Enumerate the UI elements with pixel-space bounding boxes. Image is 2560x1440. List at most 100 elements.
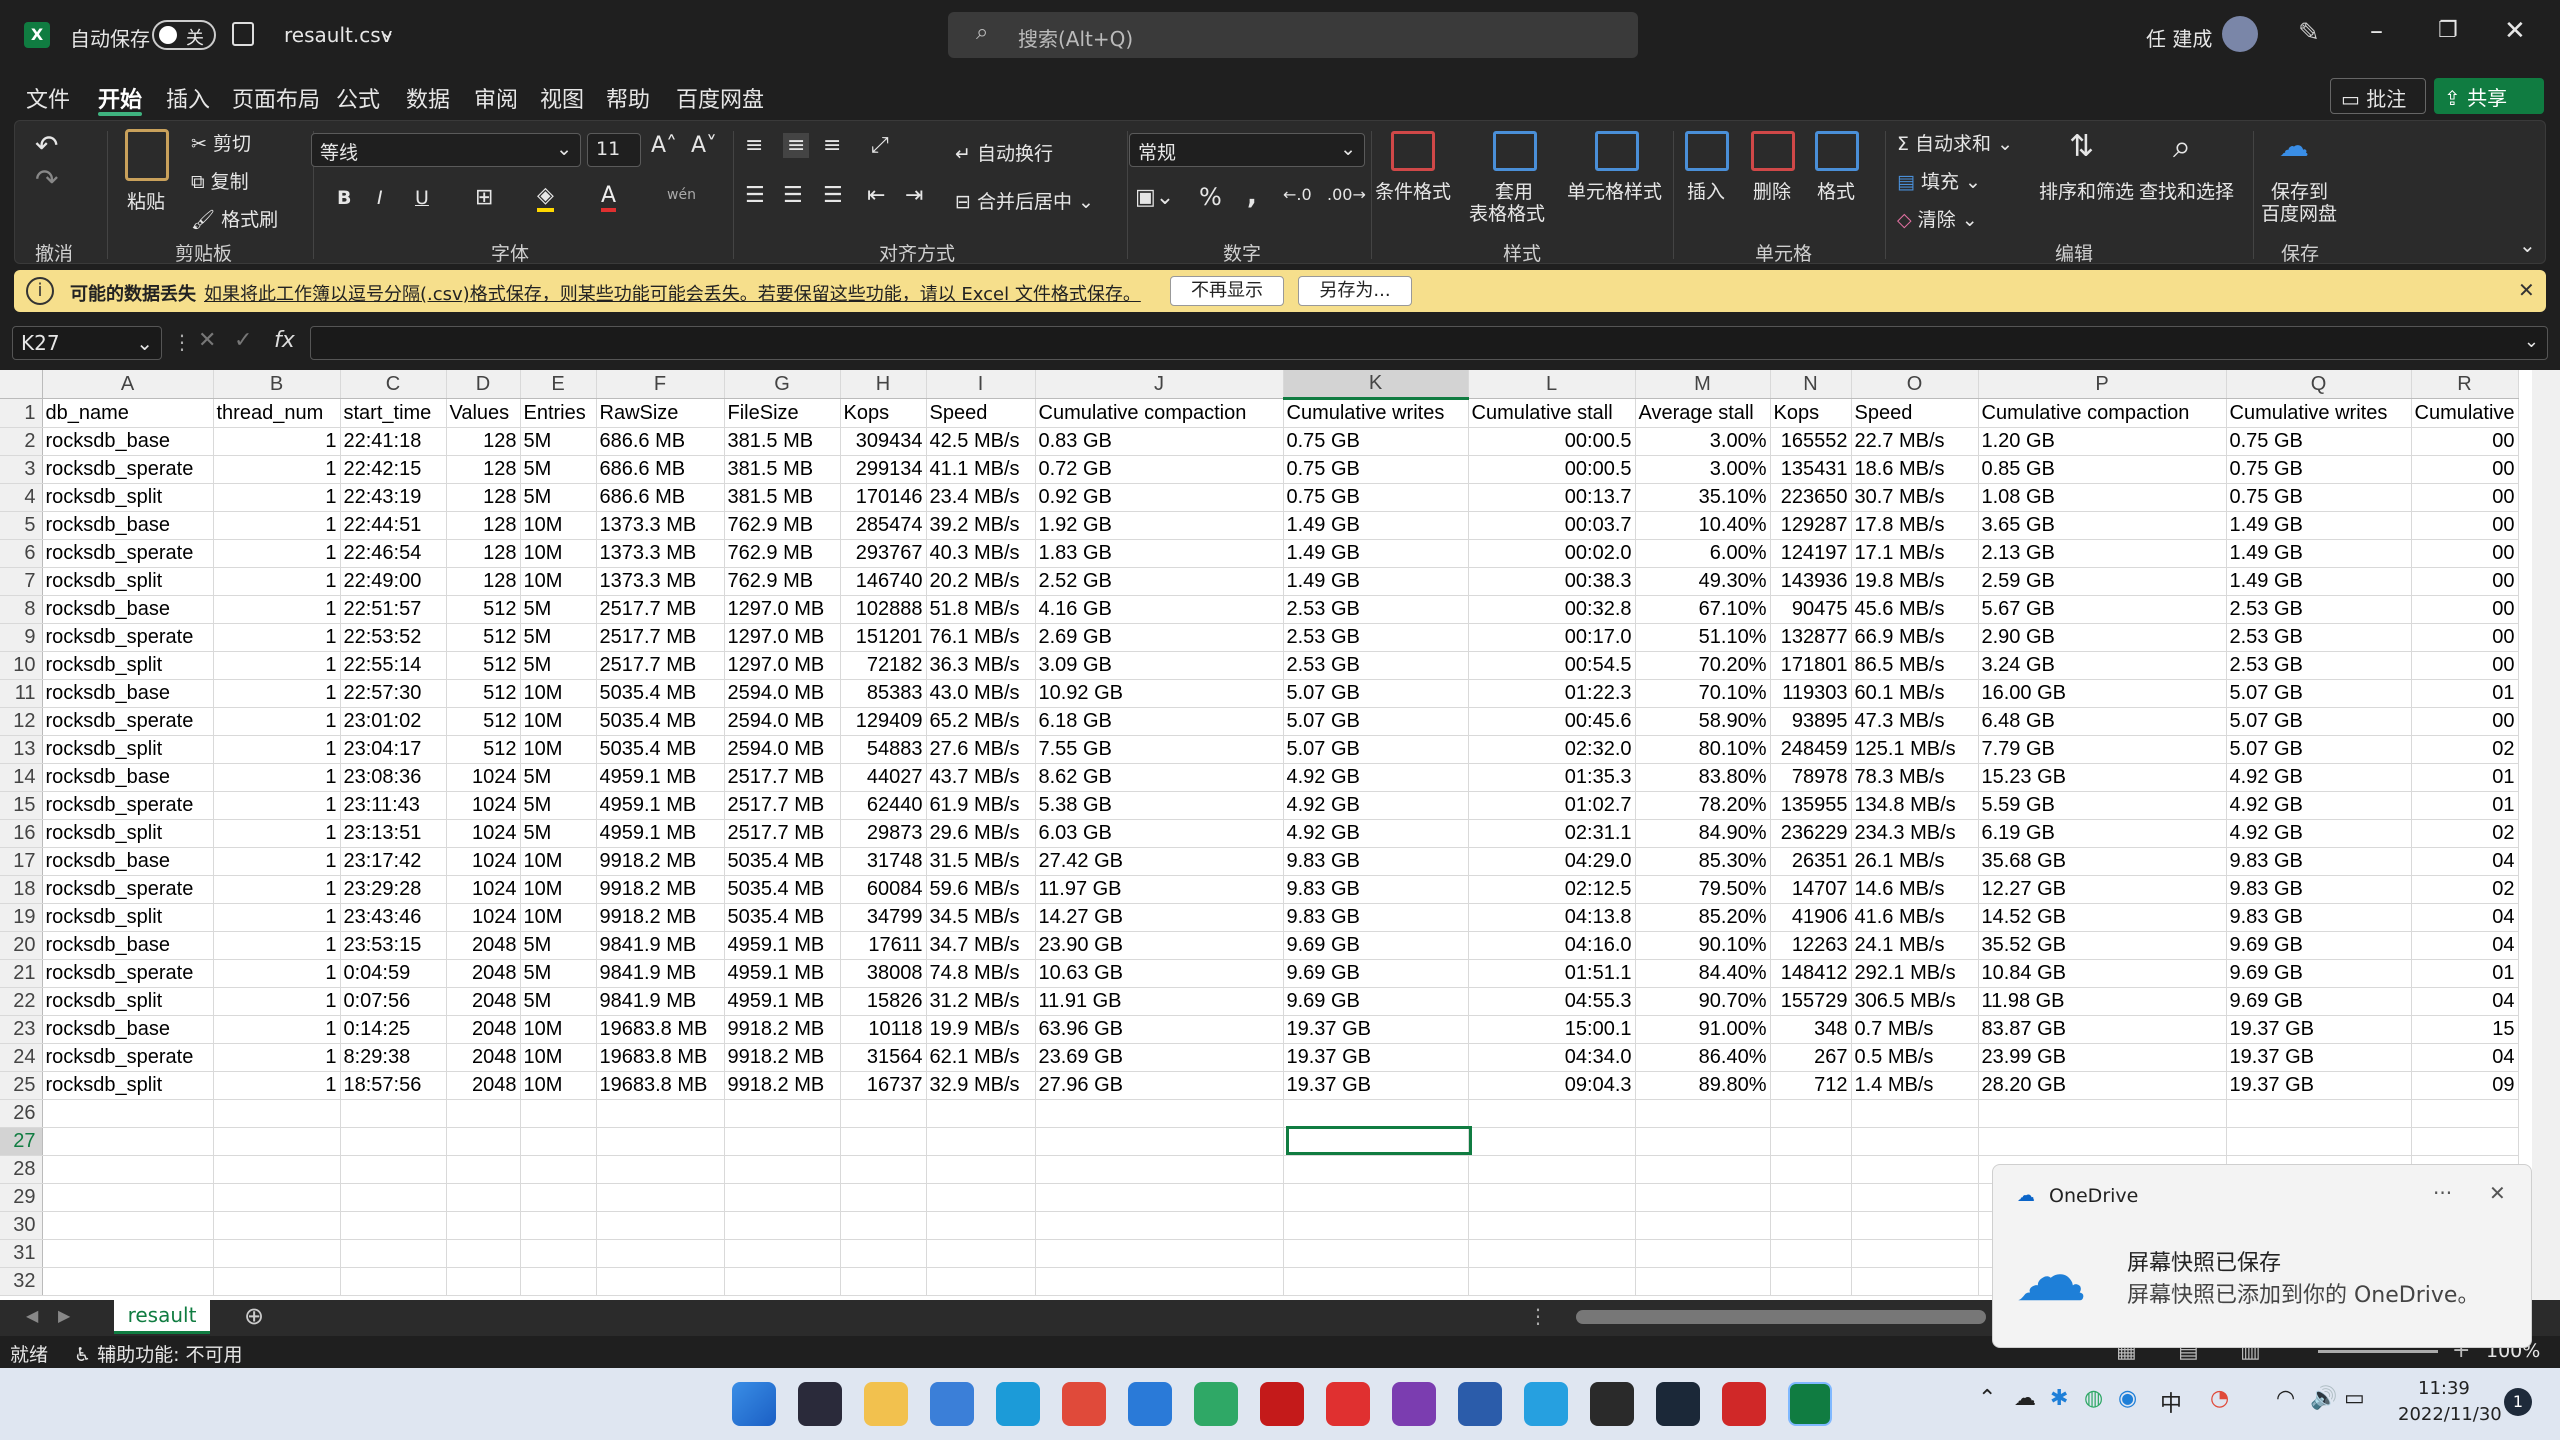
cell[interactable]: 14707 <box>1770 875 1852 904</box>
table-format-line2[interactable]: 表格格式 <box>1469 199 1545 226</box>
cell[interactable]: 1024 <box>446 819 521 848</box>
cell[interactable]: 27.96 GB <box>1035 1071 1284 1100</box>
row-header[interactable]: 29 <box>0 1183 43 1212</box>
shrink-font-icon[interactable]: A˅ <box>691 133 717 158</box>
cell[interactable]: 1 <box>213 875 341 904</box>
cell[interactable]: 4959.1 MB <box>724 931 841 960</box>
cell[interactable]: 170146 <box>840 483 927 512</box>
align-middle-icon[interactable]: ≡ <box>783 133 810 158</box>
cell[interactable]: 4959.1 MB <box>724 987 841 1016</box>
cell[interactable]: 19.9 MB/s <box>926 1015 1036 1044</box>
cell[interactable]: 00:02.0 <box>1468 539 1636 568</box>
cell[interactable]: 1024 <box>446 903 521 932</box>
close-icon[interactable]: ✕ <box>2504 16 2526 46</box>
cell[interactable]: 16.00 GB <box>1978 679 2227 708</box>
cell[interactable]: 23:43:46 <box>340 903 447 932</box>
cell[interactable]: 1 <box>213 707 341 736</box>
cell[interactable]: 5M <box>520 763 597 792</box>
cell[interactable]: 2.53 GB <box>1283 623 1469 652</box>
cell[interactable]: 1373.3 MB <box>596 511 725 540</box>
cell[interactable]: 512 <box>446 735 521 764</box>
cell[interactable] <box>596 1239 725 1268</box>
align-top-icon[interactable]: ≡ <box>745 133 763 158</box>
cell[interactable]: 2517.7 MB <box>596 623 725 652</box>
cell[interactable] <box>596 1127 725 1156</box>
cell[interactable] <box>926 1155 1036 1184</box>
autosave-toggle[interactable]: 关 <box>152 20 216 50</box>
cell[interactable]: 00 <box>2411 483 2519 512</box>
cell[interactable]: 0.92 GB <box>1035 483 1284 512</box>
cell[interactable]: 01 <box>2411 959 2519 988</box>
chevron-down-icon[interactable]: ⌄ <box>380 22 395 43</box>
cell[interactable]: 5M <box>520 427 597 456</box>
ime-tray-icon[interactable]: 中 <box>2160 1386 2182 1418</box>
cell[interactable] <box>1468 1267 1636 1296</box>
row-header[interactable]: 7 <box>0 567 43 596</box>
cell[interactable]: 11.97 GB <box>1035 875 1284 904</box>
cell[interactable]: 1 <box>213 1015 341 1044</box>
cell[interactable]: rocksdb_sperate <box>42 959 214 988</box>
cell[interactable]: 293767 <box>840 539 927 568</box>
cell[interactable]: 19.8 MB/s <box>1851 567 1979 596</box>
cell[interactable] <box>1770 1239 1852 1268</box>
word-icon[interactable] <box>1458 1382 1502 1426</box>
start-icon[interactable] <box>732 1382 776 1426</box>
selected-cell-k27[interactable] <box>1286 1126 1472 1155</box>
cell[interactable]: 11.98 GB <box>1978 987 2227 1016</box>
row-header[interactable]: 8 <box>0 595 43 624</box>
onedrive-toast[interactable]: ☁ OneDrive ··· ✕ ☁ 屏幕快照已保存 屏幕快照已添加到你的 On… <box>1992 1164 2532 1348</box>
cell[interactable]: 236229 <box>1770 819 1852 848</box>
tab-page-layout[interactable]: 页面布局 <box>232 82 320 114</box>
cell[interactable]: 43.0 MB/s <box>926 679 1036 708</box>
cell[interactable]: 28.20 GB <box>1978 1071 2227 1100</box>
cell[interactable]: 18:57:56 <box>340 1071 447 1100</box>
cell[interactable]: 5.67 GB <box>1978 595 2227 624</box>
cell[interactable]: 762.9 MB <box>724 511 841 540</box>
cell[interactable] <box>724 1239 841 1268</box>
cell[interactable] <box>2411 1127 2519 1156</box>
cell[interactable]: 00:00.5 <box>1468 455 1636 484</box>
cell[interactable]: 5035.4 MB <box>596 735 725 764</box>
cell[interactable]: 09 <box>2411 1071 2519 1100</box>
cell[interactable] <box>1770 1099 1852 1128</box>
align-bottom-icon[interactable]: ≡ <box>823 133 841 158</box>
cell[interactable]: 18.6 MB/s <box>1851 455 1979 484</box>
cell[interactable]: 10M <box>520 679 597 708</box>
cell[interactable]: 01 <box>2411 763 2519 792</box>
cell[interactable]: 15.23 GB <box>1978 763 2227 792</box>
cell[interactable]: 10M <box>520 707 597 736</box>
cell[interactable]: 45.6 MB/s <box>1851 595 1979 624</box>
cell[interactable]: 04:29.0 <box>1468 847 1636 876</box>
cell[interactable] <box>1035 1127 1284 1156</box>
cell[interactable]: 686.6 MB <box>596 455 725 484</box>
cell[interactable]: 512 <box>446 595 521 624</box>
cell[interactable]: 85383 <box>840 679 927 708</box>
onenote-icon[interactable] <box>1392 1382 1436 1426</box>
cell[interactable]: 5M <box>520 819 597 848</box>
cell[interactable]: 74.8 MB/s <box>926 959 1036 988</box>
cell[interactable]: 128 <box>446 455 521 484</box>
cell[interactable]: 9918.2 MB <box>596 903 725 932</box>
cell[interactable]: 148412 <box>1770 959 1852 988</box>
cell[interactable]: 66.9 MB/s <box>1851 623 1979 652</box>
border-icon[interactable]: ⊞ <box>475 185 493 210</box>
cell[interactable] <box>446 1239 521 1268</box>
cell[interactable]: 04:34.0 <box>1468 1043 1636 1072</box>
cell[interactable]: 2517.7 MB <box>596 595 725 624</box>
cell[interactable]: 23:17:42 <box>340 847 447 876</box>
cell[interactable] <box>213 1239 341 1268</box>
cell[interactable]: 00 <box>2411 427 2519 456</box>
cell[interactable]: 4.92 GB <box>1283 791 1469 820</box>
cell[interactable] <box>1468 1155 1636 1184</box>
cell[interactable] <box>1468 1183 1636 1212</box>
row-header[interactable]: 21 <box>0 959 43 988</box>
cell[interactable]: 67.10% <box>1635 595 1771 624</box>
cell[interactable]: 128 <box>446 511 521 540</box>
cell[interactable]: 86.40% <box>1635 1043 1771 1072</box>
cell[interactable] <box>213 1211 341 1240</box>
cell[interactable]: 1.20 GB <box>1978 427 2227 456</box>
align-left-icon[interactable]: ☰ <box>745 183 765 208</box>
cell[interactable]: 00 <box>2411 539 2519 568</box>
bluetooth-tray-icon[interactable]: ✱ <box>2050 1386 2068 1411</box>
cell[interactable]: 1 <box>213 987 341 1016</box>
